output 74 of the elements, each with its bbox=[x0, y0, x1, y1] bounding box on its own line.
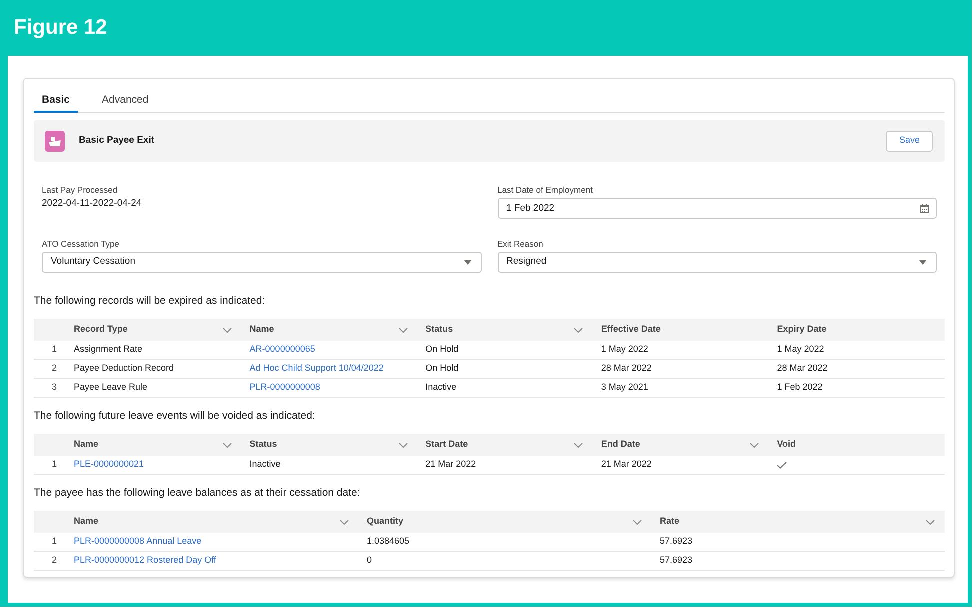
record-link[interactable]: PLE-0000000021 bbox=[74, 458, 144, 472]
table-cell-text: 1 Feb 2022 bbox=[776, 381, 824, 394]
chevron-down-icon[interactable] bbox=[633, 520, 642, 524]
row-number: 3 bbox=[52, 381, 58, 394]
field-label: Last Date of Employment bbox=[498, 184, 594, 196]
dropdown[interactable]: Resigned bbox=[498, 252, 937, 273]
dropdown[interactable]: Voluntary Cessation bbox=[42, 252, 482, 273]
ship-icon bbox=[45, 130, 65, 152]
row-number: 2 bbox=[52, 554, 58, 568]
table-cell-text: Inactive bbox=[248, 458, 282, 472]
field-label: Last Pay Processed bbox=[42, 184, 119, 196]
record-link[interactable]: AR-0000000065 bbox=[250, 343, 316, 357]
column-header: Effective Date bbox=[601, 323, 661, 336]
table-cell-text: 3 May 2021 bbox=[600, 381, 650, 394]
tab[interactable]: Basic bbox=[34, 88, 78, 113]
table-cell-text: 28 Mar 2022 bbox=[776, 362, 829, 376]
section-text: The payee has the following leave balances as at their cessation date: bbox=[34, 486, 362, 500]
column-header: Name bbox=[74, 438, 99, 452]
header-title: Basic Payee Exit bbox=[79, 134, 155, 148]
field-label: Exit Reason bbox=[498, 238, 544, 250]
column-header: Start Date bbox=[426, 438, 468, 452]
record-link[interactable]: PLR-0000000008 bbox=[250, 381, 320, 395]
table-cell-text: 57.6923 bbox=[659, 535, 694, 548]
chevron-down-icon[interactable] bbox=[574, 328, 584, 332]
table-cell-text: 28 Mar 2022 bbox=[600, 362, 653, 376]
caret-down-icon bbox=[464, 260, 472, 265]
row-number: 1 bbox=[52, 458, 58, 472]
section-text: The following records will be expired as indicated: bbox=[34, 294, 266, 308]
record-link[interactable]: PLR-0000000012 Rostered Day Off bbox=[74, 554, 216, 568]
column-header: End Date bbox=[601, 438, 640, 452]
column-header: Void bbox=[777, 438, 796, 452]
chevron-down-icon[interactable] bbox=[926, 520, 935, 524]
table-cell-text: 21 Mar 2022 bbox=[600, 458, 653, 472]
section-text: The following future leave events will be voided as indicated: bbox=[34, 409, 316, 423]
chevron-down-icon[interactable] bbox=[750, 442, 760, 448]
table-cell-text: On Hold bbox=[424, 362, 460, 376]
table-cell-text: 1.0384605 bbox=[366, 535, 411, 548]
row-number: 1 bbox=[52, 535, 58, 548]
calendar-icon[interactable] bbox=[920, 204, 929, 213]
table-cell-text: 1 May 2022 bbox=[600, 343, 650, 356]
chevron-down-icon[interactable] bbox=[574, 442, 584, 448]
column-header: Name bbox=[250, 323, 274, 336]
column-header: Rate bbox=[660, 515, 680, 528]
record-link[interactable]: Ad Hoc Child Support 10/04/2022 bbox=[250, 362, 384, 376]
chevron-down-icon[interactable] bbox=[222, 442, 232, 448]
tab[interactable]: Advanced bbox=[94, 88, 157, 113]
field-value: 2022-04-11-2022-04-24 bbox=[42, 198, 143, 210]
column-header: Record Type bbox=[74, 323, 128, 336]
chevron-down-icon[interactable] bbox=[222, 328, 232, 332]
table-cell-text: Payee Deduction Record bbox=[73, 362, 176, 376]
caret-down-icon bbox=[919, 260, 927, 265]
table-cell-text: On Hold bbox=[424, 343, 460, 356]
record-link[interactable]: PLR-0000000008 Annual Leave bbox=[74, 535, 202, 549]
chevron-down-icon[interactable] bbox=[340, 520, 349, 524]
column-header: Status bbox=[426, 323, 454, 336]
column-header: Status bbox=[250, 438, 278, 452]
table-cell-text: Inactive bbox=[424, 381, 458, 394]
table-cell-text: Assignment Rate bbox=[73, 343, 144, 356]
field-label: ATO Cessation Type bbox=[42, 238, 120, 250]
figure-title: Figure 12 bbox=[14, 16, 108, 40]
table-cell-text: 0 bbox=[366, 554, 374, 568]
table-cell-text: Payee Leave Rule bbox=[73, 381, 149, 394]
table-cell-text: 1 May 2022 bbox=[776, 343, 826, 356]
row-number: 1 bbox=[52, 343, 58, 356]
row-number: 2 bbox=[52, 362, 58, 376]
chevron-down-icon[interactable] bbox=[398, 328, 408, 332]
column-header: Quantity bbox=[367, 515, 404, 528]
chevron-down-icon[interactable] bbox=[398, 442, 408, 448]
save-button[interactable]: Save bbox=[886, 130, 933, 152]
table-cell-text: 57.6923 bbox=[659, 554, 694, 568]
column-header: Name bbox=[74, 515, 99, 528]
date-field[interactable]: 1 Feb 2022 bbox=[498, 198, 937, 219]
column-header: Expiry Date bbox=[777, 323, 827, 336]
table-cell-text: 21 Mar 2022 bbox=[424, 458, 478, 472]
